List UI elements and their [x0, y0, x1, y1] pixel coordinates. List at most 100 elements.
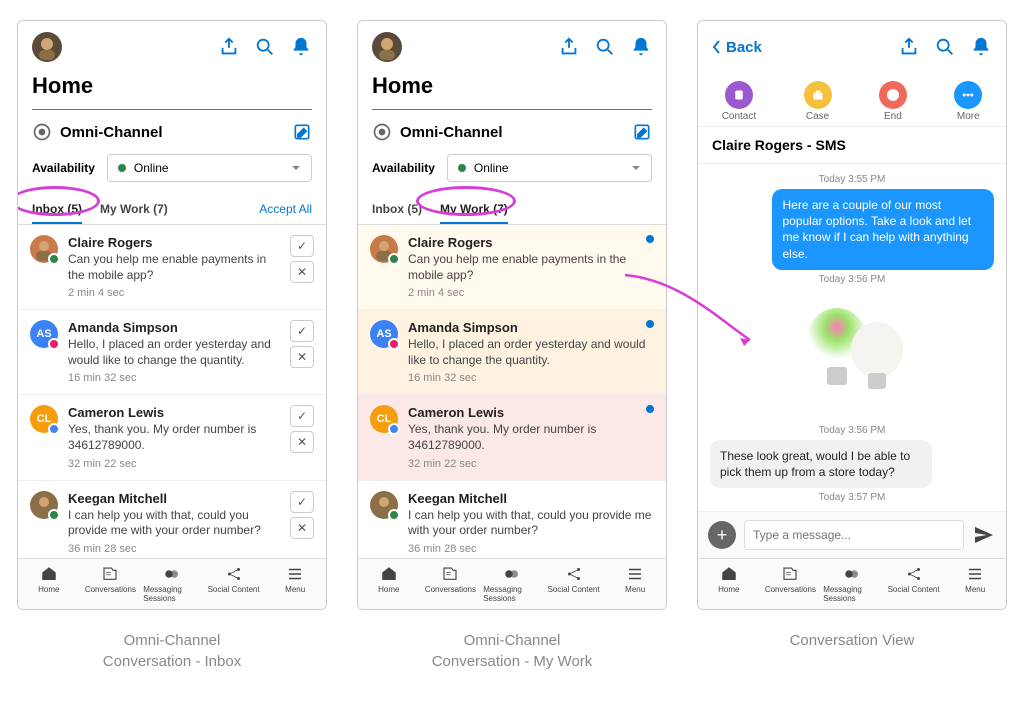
footer-messaging-sessions[interactable]: Messaging Sessions — [481, 559, 543, 609]
back-button[interactable]: Back — [712, 39, 762, 56]
item-name: Cameron Lewis — [68, 405, 284, 420]
accept-button[interactable]: ✓ — [290, 235, 314, 257]
search-icon[interactable] — [594, 36, 616, 58]
tab-inbox[interactable]: Inbox (5) — [372, 198, 422, 224]
list-item[interactable]: Claire Rogers Can you help me enable paym… — [18, 225, 326, 310]
action-contact[interactable]: Contact — [722, 81, 756, 122]
product-image — [782, 295, 922, 415]
avatar: CL — [30, 405, 58, 433]
footer-social-content[interactable]: Social Content — [883, 559, 945, 609]
decline-button[interactable]: ✕ — [290, 261, 314, 283]
list-item[interactable]: Claire RogersCan you help me enable paym… — [358, 225, 666, 310]
status-dot — [458, 164, 466, 172]
footer-nav: HomeConversationsMessaging SessionsSocia… — [358, 558, 666, 609]
omni-icon — [32, 122, 52, 142]
avatar — [370, 491, 398, 519]
compose-icon[interactable] — [292, 122, 312, 142]
list-item[interactable]: CLCameron LewisYes, thank you. My order … — [358, 395, 666, 480]
footer-messaging-sessions[interactable]: Messaging Sessions — [821, 559, 883, 609]
footer-messaging-sessions[interactable]: Messaging Sessions — [141, 559, 203, 609]
header: Back — [698, 21, 1006, 73]
page-title: Home — [358, 73, 666, 109]
omni-header: Omni-Channel — [358, 110, 666, 150]
action-row: Contact Case End More — [698, 73, 1006, 127]
conversation-title: Claire Rogers - SMS — [698, 127, 1006, 164]
item-message: Can you help me enable payments in the m… — [408, 252, 654, 283]
message-input[interactable] — [744, 520, 964, 550]
action-end[interactable]: End — [879, 81, 907, 122]
accept-button[interactable]: ✓ — [290, 491, 314, 513]
avatar: AS — [370, 320, 398, 348]
footer-menu[interactable]: Menu — [604, 559, 666, 609]
message-out: Here are a couple of our most popular op… — [772, 189, 994, 270]
omni-title: Omni-Channel — [400, 124, 632, 141]
list-item[interactable]: ASAmanda SimpsonHello, I placed an order… — [18, 310, 326, 395]
footer-home[interactable]: Home — [698, 559, 760, 609]
list-item[interactable]: Keegan MitchellI can help you with that,… — [358, 481, 666, 558]
status-select[interactable]: Online — [107, 154, 312, 182]
footer-home[interactable]: Home — [358, 559, 420, 609]
search-icon[interactable] — [254, 36, 276, 58]
page-title: Home — [18, 73, 326, 109]
decline-button[interactable]: ✕ — [290, 431, 314, 453]
add-attachment-button[interactable]: + — [708, 521, 736, 549]
share-icon[interactable] — [218, 36, 240, 58]
footer-conversations[interactable]: Conversations — [760, 559, 822, 609]
footer-menu[interactable]: Menu — [944, 559, 1006, 609]
tab-inbox[interactable]: Inbox (5) — [32, 198, 82, 224]
footer-conversations[interactable]: Conversations — [80, 559, 142, 609]
phone-mywork: Home Omni-Channel Availability Online In… — [357, 20, 667, 610]
footer-home[interactable]: Home — [18, 559, 80, 609]
decline-button[interactable]: ✕ — [290, 517, 314, 539]
availability-row: Availability Online — [358, 150, 666, 192]
avatar — [30, 235, 58, 263]
list-item[interactable]: Keegan MitchellI can help you with that,… — [18, 481, 326, 558]
timestamp: Today 3:56 PM — [710, 274, 994, 285]
chevron-down-icon — [631, 163, 641, 173]
bell-icon[interactable] — [630, 36, 652, 58]
decline-button[interactable]: ✕ — [290, 346, 314, 368]
action-case[interactable]: Case — [804, 81, 832, 122]
chevron-down-icon — [291, 163, 301, 173]
send-icon[interactable] — [972, 523, 996, 547]
bell-icon[interactable] — [970, 36, 992, 58]
footer-social-content[interactable]: Social Content — [543, 559, 605, 609]
item-message: Hello, I placed an order yesterday and w… — [408, 337, 654, 368]
action-more[interactable]: More — [954, 81, 982, 122]
avatar: CL — [370, 405, 398, 433]
omni-title: Omni-Channel — [60, 124, 292, 141]
accept-button[interactable]: ✓ — [290, 405, 314, 427]
accept-all-link[interactable]: Accept All — [259, 198, 312, 224]
list-item[interactable]: ASAmanda SimpsonHello, I placed an order… — [358, 310, 666, 395]
unread-dot — [646, 235, 654, 243]
item-name: Amanda Simpson — [68, 320, 284, 335]
user-avatar[interactable] — [372, 32, 402, 62]
item-message: Can you help me enable payments in the m… — [68, 252, 284, 283]
item-time: 32 min 22 sec — [68, 458, 284, 470]
item-message: I can help you with that, could you prov… — [68, 508, 284, 539]
share-icon[interactable] — [558, 36, 580, 58]
timestamp: Today 3:57 PM — [710, 492, 994, 503]
inbox-list: Claire Rogers Can you help me enable paym… — [18, 225, 326, 558]
item-name: Claire Rogers — [68, 235, 284, 250]
header — [358, 21, 666, 73]
status-dot — [118, 164, 126, 172]
compose-icon[interactable] — [632, 122, 652, 142]
footer-nav: HomeConversationsMessaging SessionsSocia… — [18, 558, 326, 609]
tab-mywork[interactable]: My Work (7) — [100, 198, 168, 224]
search-icon[interactable] — [934, 36, 956, 58]
accept-button[interactable]: ✓ — [290, 320, 314, 342]
item-message: Yes, thank you. My order number is 34612… — [68, 422, 284, 453]
tab-mywork[interactable]: My Work (7) — [440, 198, 508, 224]
footer-menu[interactable]: Menu — [264, 559, 326, 609]
status-select[interactable]: Online — [447, 154, 652, 182]
stage: Home Omni-Channel Availability Online In… — [20, 20, 1004, 672]
list-item[interactable]: CL Cameron Lewis Yes, thank you. My order … — [18, 395, 326, 480]
item-time: 2 min 4 sec — [68, 287, 284, 299]
footer-social-content[interactable]: Social Content — [203, 559, 265, 609]
footer-conversations[interactable]: Conversations — [420, 559, 482, 609]
share-icon[interactable] — [898, 36, 920, 58]
user-avatar[interactable] — [32, 32, 62, 62]
bell-icon[interactable] — [290, 36, 312, 58]
avatar — [30, 491, 58, 519]
